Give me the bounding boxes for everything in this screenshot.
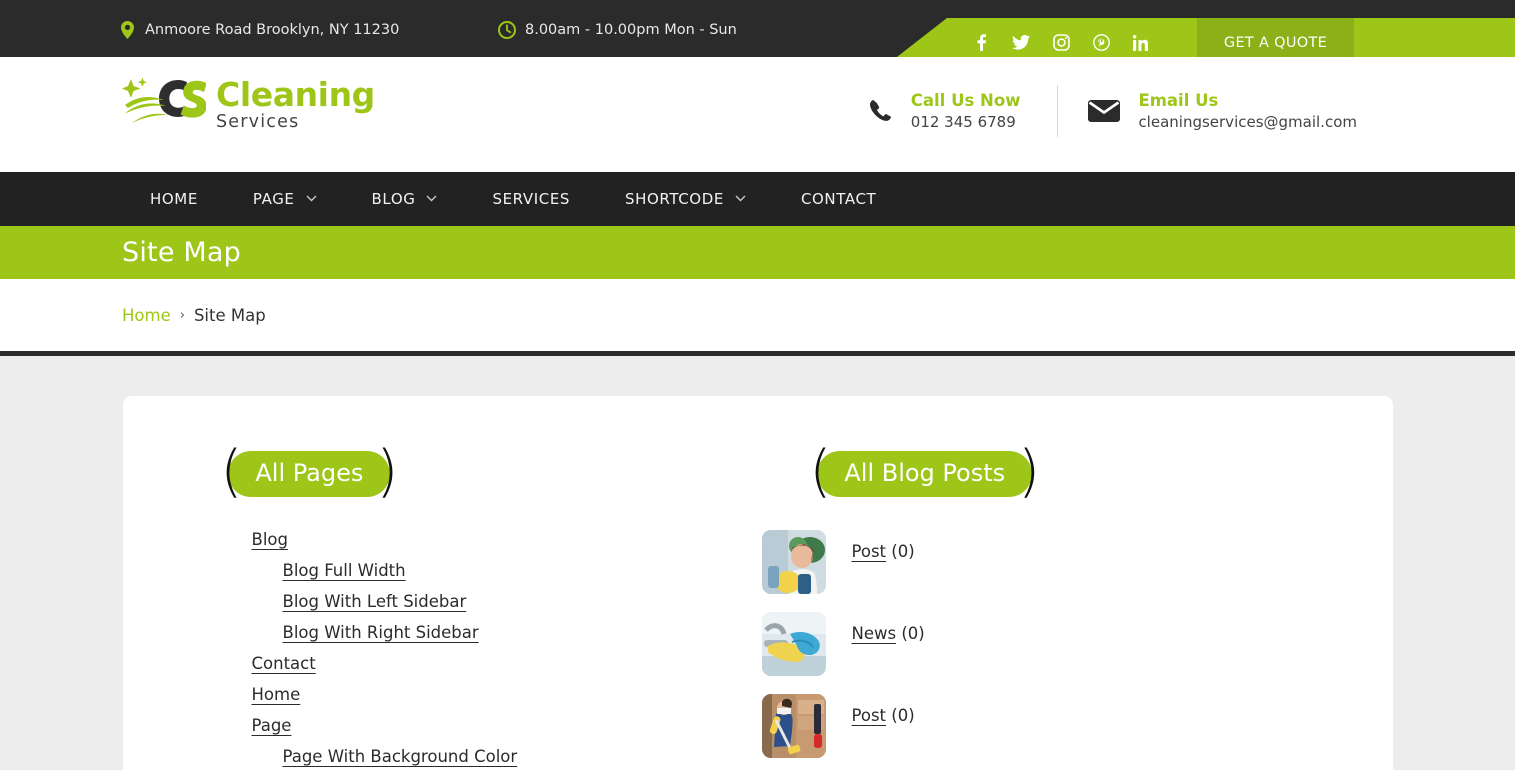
chevron-down-icon	[426, 194, 437, 205]
sitemap-page-sublink[interactable]: Page With Background Color	[283, 747, 518, 766]
posts-list: Post (0)News (0)Post (0)Latest Post (0)	[761, 530, 1343, 770]
email-us-block[interactable]: Email Us cleaningservices@gmail.com	[1088, 90, 1357, 133]
address-text: Anmoore Road Brooklyn, NY 11230	[145, 22, 400, 38]
breadcrumb-home-link[interactable]: Home	[122, 306, 171, 325]
linkedin-icon[interactable]	[1132, 33, 1150, 53]
phone-icon	[867, 98, 893, 124]
call-us-value: 012 345 6789	[910, 113, 1016, 131]
map-pin-icon	[118, 20, 136, 40]
sitemap-page-subitem: Blog Full Width	[283, 561, 754, 580]
all-blog-posts-heading: ( All Blog Posts )	[810, 444, 1041, 500]
address-info: Anmoore Road Brooklyn, NY 11230	[118, 20, 399, 40]
hours-text: 8.00am - 10.00pm Mon - Sun	[525, 22, 737, 38]
email-us-value: cleaningservices@gmail.com	[1138, 113, 1357, 131]
sitemap-sublist: Blog Full Width Blog With Left Sidebar Blo…	[252, 561, 754, 642]
sitemap-card: ( All Pages ) Blog Blog Full Width Blog Wi…	[122, 396, 1393, 770]
hours-info: 8.00am - 10.00pm Mon - Sun	[498, 20, 737, 40]
twitter-icon[interactable]	[1012, 33, 1030, 53]
sitemap-page-sublink[interactable]: Blog With Left Sidebar	[283, 592, 467, 611]
post-title-link[interactable]: News	[852, 624, 897, 643]
nav-item-label: SERVICES	[492, 190, 571, 208]
post-thumbnail-image[interactable]	[761, 612, 826, 676]
sitemap-page-item: Blog Blog Full Width Blog With Left Sideba…	[252, 530, 754, 642]
post-thumbnail-image[interactable]	[761, 694, 826, 758]
all-blog-posts-column: ( All Blog Posts ) Post (0)News (0)Post …	[754, 444, 1343, 770]
sitemap-page-subitem: Page With Background Color	[283, 747, 754, 766]
post-count: (0)	[891, 706, 915, 725]
nav-item-shortcode[interactable]: SHORTCODE	[625, 190, 746, 208]
sitemap-page-link[interactable]: Blog	[252, 530, 288, 549]
nav-item-services[interactable]: SERVICES	[492, 190, 570, 208]
pages-list: Blog Blog Full Width Blog With Left Sideba…	[173, 530, 754, 766]
envelope-icon	[1088, 99, 1121, 123]
header-contact-block: Call Us Now 012 345 6789 Email Us cleani…	[867, 85, 1357, 137]
blog-post-row: News (0)	[761, 612, 1343, 676]
nav-item-label: BLOG	[371, 190, 416, 208]
logo-mark-icon	[122, 72, 207, 138]
sitemap-sublist: Page With Background Color	[252, 747, 754, 766]
top-bar: Anmoore Road Brooklyn, NY 11230 8.00am -…	[0, 0, 1515, 67]
all-pages-title: All Pages	[228, 451, 391, 497]
all-pages-column: ( All Pages ) Blog Blog Full Width Blog Wi…	[173, 444, 754, 770]
nav-item-label: HOME	[150, 190, 198, 208]
sitemap-page-subitem: Blog With Left Sidebar	[283, 592, 754, 611]
nav-item-label: PAGE	[252, 190, 295, 208]
post-label: Post (0)	[852, 530, 915, 561]
post-label: News (0)	[852, 612, 925, 643]
nav-item-contact[interactable]: CONTACT	[801, 190, 876, 208]
post-title-link[interactable]: Post	[852, 542, 887, 561]
nav-item-label: CONTACT	[800, 190, 877, 208]
contact-divider	[1057, 85, 1059, 137]
logo-subtitle: Services	[216, 112, 300, 133]
call-us-block[interactable]: Call Us Now 012 345 6789	[867, 90, 1021, 133]
breadcrumb: Home › Site Map	[0, 279, 1515, 356]
site-logo[interactable]: Cleaning Services	[122, 72, 375, 138]
breadcrumb-separator-icon: ›	[179, 307, 185, 323]
nav-item-page[interactable]: PAGE	[253, 190, 317, 208]
blog-post-row: Post (0)	[761, 530, 1343, 594]
sitemap-page-link[interactable]: Page	[252, 716, 292, 735]
all-pages-heading: ( All Pages )	[221, 444, 399, 500]
nav-item-label: SHORTCODE	[625, 190, 724, 208]
post-count: (0)	[901, 624, 925, 643]
post-label: Post (0)	[852, 694, 915, 725]
logo-title: Cleaning	[216, 75, 375, 115]
breadcrumb-current: Site Map	[193, 305, 266, 325]
call-us-title: Call Us Now	[910, 90, 1021, 110]
facebook-icon[interactable]	[972, 33, 990, 53]
instagram-icon[interactable]	[1052, 33, 1070, 53]
post-count: (0)	[891, 542, 915, 561]
nav-item-home[interactable]: HOME	[150, 190, 198, 208]
chevron-down-icon	[306, 194, 317, 205]
clock-icon	[498, 20, 516, 40]
sitemap-page-sublink[interactable]: Blog Full Width	[283, 561, 406, 580]
chevron-down-icon	[735, 194, 746, 205]
sitemap-page-subitem: Blog With Right Sidebar	[283, 623, 754, 642]
all-blog-posts-title: All Blog Posts	[817, 451, 1033, 497]
main-navigation: HOME PAGE BLOG SERVICES SHORTCODE CONTACT	[0, 172, 1515, 226]
email-us-title: Email Us	[1138, 90, 1219, 110]
page-title: Site Map	[122, 237, 241, 268]
sitemap-page-sublink[interactable]: Blog With Right Sidebar	[283, 623, 479, 642]
sitemap-page-item: Home	[252, 685, 754, 704]
main-content: ( All Pages ) Blog Blog Full Width Blog Wi…	[0, 356, 1515, 770]
site-header: Cleaning Services Call Us Now 012 345 67…	[0, 57, 1515, 172]
sitemap-page-item: Page Page With Background Color	[252, 716, 754, 766]
sitemap-page-link[interactable]: Home	[252, 685, 301, 704]
post-title-link[interactable]: Post	[852, 706, 887, 725]
pinterest-icon[interactable]	[1092, 33, 1110, 53]
post-thumbnail-image[interactable]	[761, 530, 826, 594]
blog-post-row: Post (0)	[761, 694, 1343, 758]
nav-item-blog[interactable]: BLOG	[372, 190, 438, 208]
social-links	[972, 33, 1150, 53]
sitemap-page-item: Contact	[252, 654, 754, 673]
page-title-banner: Site Map	[0, 226, 1515, 279]
sitemap-page-link[interactable]: Contact	[252, 654, 316, 673]
